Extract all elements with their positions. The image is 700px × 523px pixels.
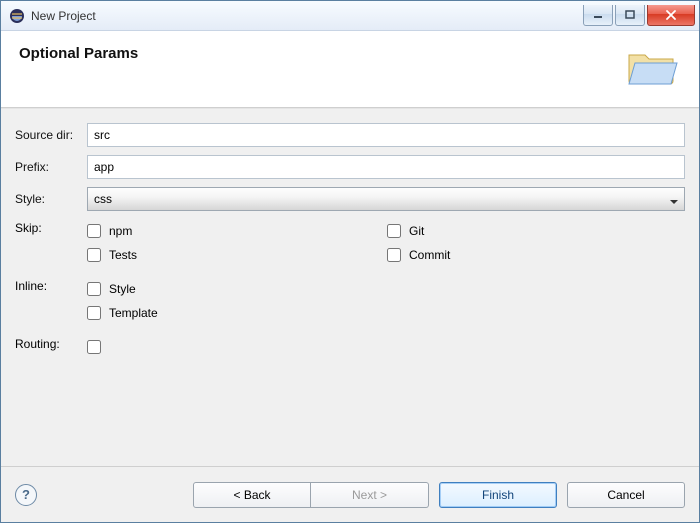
- row-routing: Routing:: [15, 335, 685, 359]
- skip-commit-checkbox[interactable]: [387, 248, 401, 262]
- inline-style-checkbox[interactable]: [87, 282, 101, 296]
- titlebar: New Project: [1, 1, 699, 31]
- help-icon: ?: [22, 487, 30, 502]
- style-select[interactable]: css: [87, 187, 685, 211]
- skip-commit-label: Commit: [409, 248, 450, 262]
- skip-npm-checkbox[interactable]: [87, 224, 101, 238]
- help-button[interactable]: ?: [15, 484, 37, 506]
- skip-git-checkbox[interactable]: [387, 224, 401, 238]
- skip-npm-label: npm: [109, 224, 132, 238]
- source-dir-input[interactable]: [87, 123, 685, 147]
- inline-style-label: Style: [109, 282, 136, 296]
- row-inline: Inline: Style Template: [15, 277, 685, 325]
- maximize-button[interactable]: [615, 5, 645, 26]
- next-button[interactable]: Next >: [311, 482, 429, 508]
- label-source-dir: Source dir:: [15, 128, 87, 142]
- form-area: Source dir: Prefix: Style: css: [1, 108, 699, 466]
- row-prefix: Prefix:: [15, 155, 685, 179]
- eclipse-icon: [9, 8, 25, 24]
- wizard-header: Optional Params: [1, 31, 699, 108]
- row-source-dir: Source dir:: [15, 123, 685, 147]
- label-skip: Skip:: [15, 219, 87, 235]
- skip-tests-label: Tests: [109, 248, 137, 262]
- label-style: Style:: [15, 192, 87, 206]
- inline-template-checkbox[interactable]: [87, 306, 101, 320]
- window-title: New Project: [31, 9, 581, 23]
- cancel-button[interactable]: Cancel: [567, 482, 685, 508]
- back-button[interactable]: < Back: [193, 482, 311, 508]
- label-inline: Inline:: [15, 277, 87, 293]
- dialog-window: New Project Optional Params Source: [0, 0, 700, 523]
- style-select-value: css: [94, 192, 112, 206]
- button-bar: ? < Back Next > Finish Cancel: [1, 466, 699, 522]
- routing-checkbox[interactable]: [87, 340, 101, 354]
- chevron-down-icon: [670, 195, 678, 203]
- folder-open-icon: [625, 45, 681, 89]
- prefix-input[interactable]: [87, 155, 685, 179]
- label-routing: Routing:: [15, 335, 87, 351]
- finish-button[interactable]: Finish: [439, 482, 557, 508]
- minimize-button[interactable]: [583, 5, 613, 26]
- close-button[interactable]: [647, 5, 695, 26]
- window-controls: [581, 5, 695, 27]
- inline-template-label: Template: [109, 306, 158, 320]
- skip-tests-checkbox[interactable]: [87, 248, 101, 262]
- skip-git-label: Git: [409, 224, 424, 238]
- label-prefix: Prefix:: [15, 160, 87, 174]
- row-style: Style: css: [15, 187, 685, 211]
- row-skip: Skip: npm Tests: [15, 219, 685, 267]
- page-title: Optional Params: [19, 45, 138, 62]
